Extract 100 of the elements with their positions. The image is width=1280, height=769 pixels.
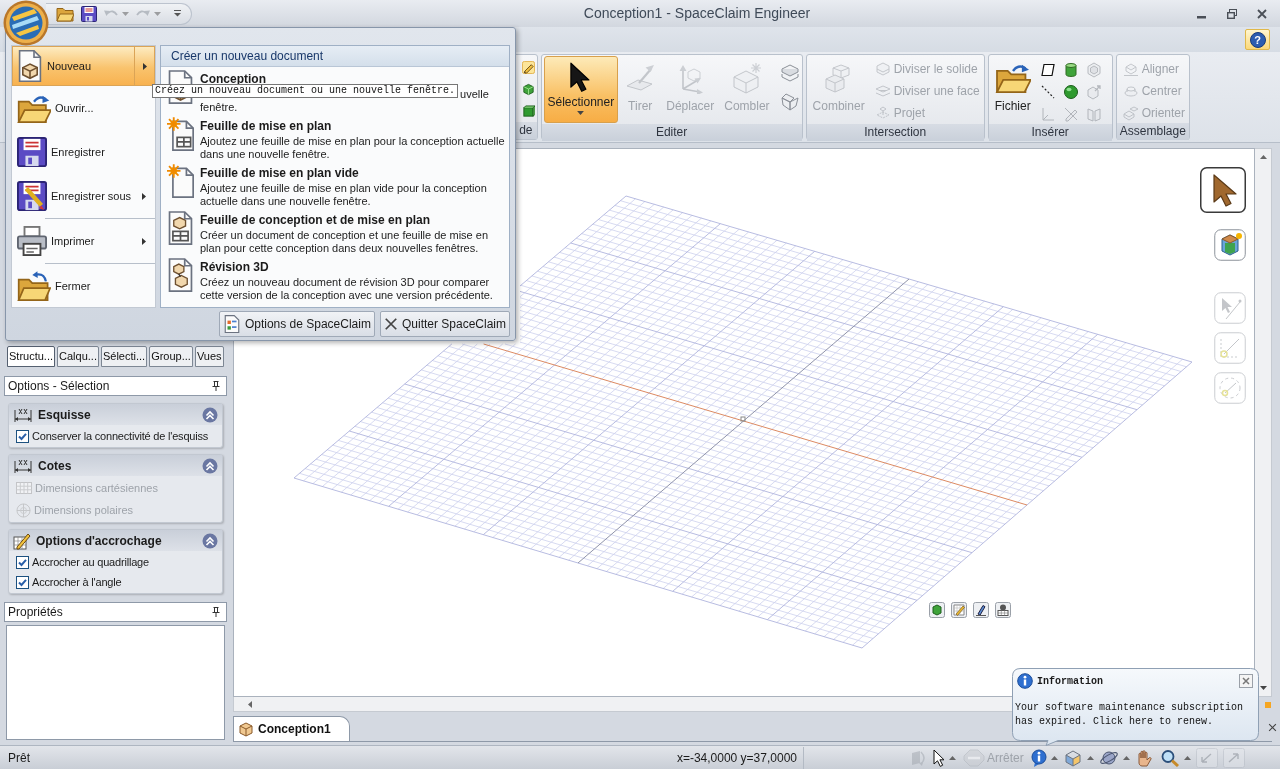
customize-toolbar-icon[interactable] — [174, 10, 181, 17]
open-folder-icon[interactable] — [56, 5, 74, 22]
folder-icon — [17, 270, 51, 302]
grid-icon — [16, 482, 32, 494]
pen-icon[interactable] — [973, 602, 989, 618]
vertical-scrollbar[interactable] — [1255, 148, 1272, 697]
menu-item[interactable]: Fermer — [12, 264, 155, 308]
document-tab[interactable]: Conception1 — [233, 716, 350, 741]
magnifier-icon[interactable] — [1159, 748, 1180, 767]
stacked-plates-icon[interactable] — [779, 62, 800, 82]
collapse-chevrons-icon[interactable] — [202, 457, 218, 474]
option-description: Ajoutez une feuille de mise en plan vide pour la conception actuelle dans une nouvelle fenêtre. — [200, 182, 488, 207]
sphere-icon[interactable] — [1062, 84, 1079, 100]
window-title: Conception1 - SpaceClaim Engineer — [583, 4, 811, 23]
option-title[interactable]: Feuille de conception et de mise en plan — [200, 214, 431, 227]
option-title[interactable]: Feuille de mise en plan — [200, 120, 332, 133]
tooltip: Créez un nouveau document ou une nouvelle fenêtre. — [152, 84, 459, 98]
down-arrow-icon[interactable] — [1259, 686, 1267, 690]
up-arrow-icon[interactable] — [1259, 155, 1267, 159]
caret-icon[interactable] — [1122, 755, 1130, 760]
panel-tab[interactable]: Calqu... — [57, 346, 99, 367]
option-description: Créer un document de conception et une feuille de mise en plan pour cette conception dans deux nouvelles fenêtres. — [200, 229, 489, 254]
group-label: Intersection — [806, 124, 984, 141]
collapse-chevrons-icon[interactable] — [202, 406, 218, 423]
checkbox-label[interactable]: Accrocher au quadrillage — [32, 553, 149, 571]
panel-tab[interactable]: Vues — [194, 346, 224, 367]
dimension-icon — [13, 406, 33, 423]
option-description: Ajoutez une feuille de mise en plan pour la conception actuelle dans une nouvelle fenêtre. — [200, 135, 505, 160]
checkbox[interactable] — [16, 575, 29, 589]
collapse-chevrons-icon[interactable] — [202, 532, 218, 549]
info-icon — [1017, 673, 1033, 689]
box-sparkle-icon — [730, 62, 763, 94]
coordinates-text: x=-34,0000 y=37,0000 — [676, 749, 797, 767]
left-arrow-icon[interactable] — [248, 700, 252, 708]
group-label: Insérer — [988, 124, 1112, 141]
option-description: fenêtre. — [200, 100, 238, 113]
caret-icon[interactable] — [1086, 755, 1094, 760]
option-title[interactable]: Conception — [200, 73, 266, 86]
dimension-icon — [13, 457, 33, 474]
cube-icon[interactable] — [929, 602, 945, 618]
caret-icon[interactable] — [1050, 755, 1058, 760]
menu-item[interactable]: Imprimer — [12, 219, 155, 263]
gear-grid-icon[interactable] — [995, 602, 1011, 618]
ribbon-button[interactable]: Sélectionner — [543, 56, 619, 123]
parallelogram-icon[interactable] — [1039, 62, 1056, 78]
cursor-arrow-icon[interactable] — [933, 748, 945, 767]
group-label: Assemblage — [1116, 123, 1190, 140]
submenu-title: Créer un nouveau document — [171, 49, 324, 63]
close-icon — [383, 317, 398, 331]
unfolded-box-icon[interactable] — [779, 92, 800, 112]
disc-icon — [1122, 83, 1139, 99]
blocks-icon — [1122, 105, 1139, 121]
checkbox[interactable] — [16, 555, 29, 569]
option-title[interactable]: Feuille de mise en plan vide — [200, 167, 359, 180]
menu-item[interactable]: Enregistrer — [12, 130, 155, 174]
square-icon — [1265, 701, 1271, 708]
floppy-pencil-icon — [17, 181, 47, 211]
checkbox-label[interactable]: Conserver la connectivité de l'esquiss — [32, 427, 209, 445]
pin-icon[interactable] — [212, 381, 220, 391]
panel-tab[interactable]: Sélecti... — [100, 346, 148, 367]
open-folder-icon — [994, 62, 1031, 94]
box-icon[interactable] — [521, 105, 535, 118]
close-icon[interactable] — [1257, 8, 1267, 19]
pencil-icon[interactable] — [521, 61, 535, 74]
checkbox-label[interactable]: Accrocher à l'angle — [32, 573, 122, 591]
document-box-icon — [17, 50, 43, 82]
menu-footer-button[interactable]: Quitter SpaceClaim — [379, 311, 510, 337]
help-button[interactable]: ? — [1245, 29, 1270, 50]
orbit-icon[interactable] — [1098, 748, 1119, 767]
panel-tab[interactable]: Structu... — [7, 346, 56, 367]
cube-icon[interactable] — [521, 83, 535, 96]
blocks-icon — [1122, 61, 1139, 77]
info-icon[interactable] — [1030, 748, 1047, 767]
polar-grid-icon — [16, 502, 31, 518]
notification-title: Information — [1037, 674, 1103, 689]
application-orb-icon[interactable] — [3, 0, 49, 46]
option-title[interactable]: Révision 3D — [200, 261, 269, 274]
pencil-grid-icon[interactable] — [951, 602, 967, 618]
dashed-line-icon[interactable] — [1039, 84, 1056, 100]
caret-icon[interactable] — [1183, 755, 1191, 760]
stop-sign-icon — [963, 748, 985, 767]
close-icon[interactable] — [1239, 674, 1253, 688]
close-icon[interactable] — [1268, 723, 1277, 732]
restore-icon[interactable] — [1227, 8, 1237, 19]
cylinder-icon[interactable] — [1062, 62, 1079, 78]
checkbox[interactable] — [16, 429, 29, 443]
menu-item[interactable]: Ouvrir... — [12, 86, 155, 130]
view-cube-icon[interactable] — [1062, 748, 1083, 767]
projection-icon — [874, 105, 891, 121]
cube-icon[interactable] — [1214, 229, 1246, 261]
ribbon-button[interactable]: Fichier — [990, 56, 1035, 123]
menu-item[interactable]: Enregistrer sous — [12, 174, 155, 218]
status-text: Prêt — [8, 749, 30, 767]
pin-icon[interactable] — [212, 607, 220, 617]
notification-message[interactable]: Your software maintenance subscription has expired. Click here to renew. — [1015, 701, 1253, 729]
menu-item[interactable]: Nouveau — [12, 46, 155, 86]
caret-icon[interactable] — [949, 755, 956, 760]
menu-footer-button[interactable]: Options de SpaceClaim — [218, 311, 375, 337]
panel-tab[interactable]: Group... — [149, 346, 193, 367]
box-icon — [238, 721, 254, 737]
